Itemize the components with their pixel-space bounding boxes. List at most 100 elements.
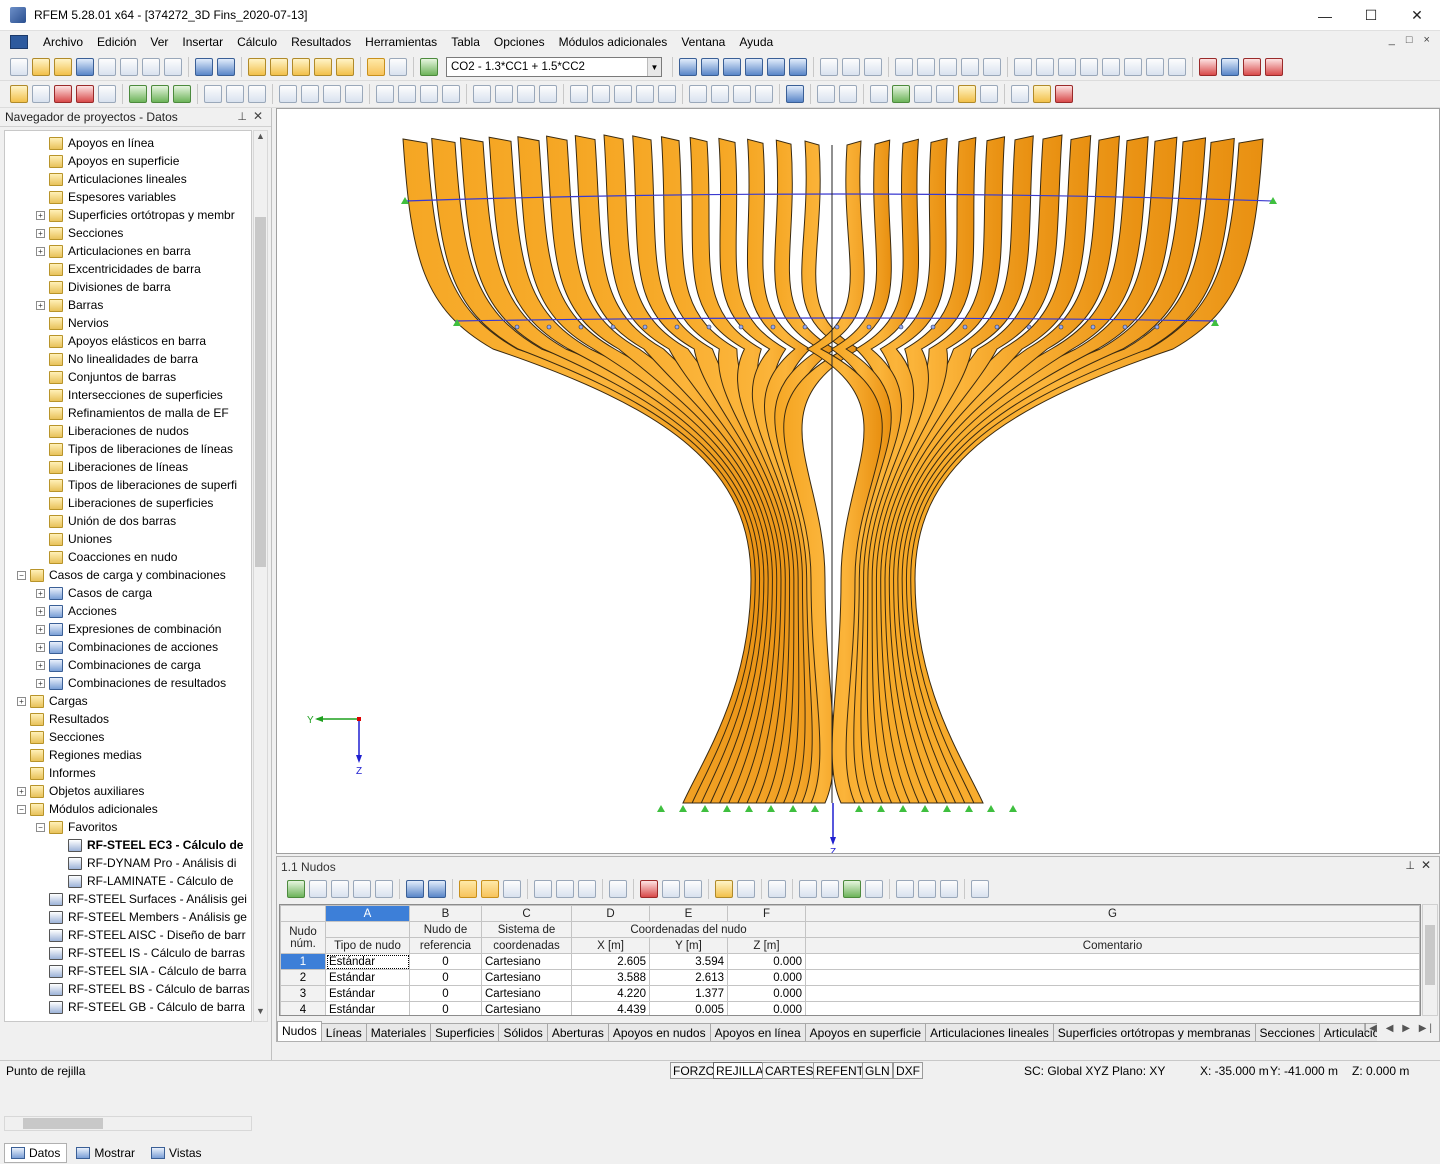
toolbar-button[interactable] [1014,58,1032,76]
toolbar-button[interactable] [1168,58,1186,76]
cell-comentario[interactable] [805,1001,1420,1015]
cell-n[interactable]: 1 [280,953,326,970]
navigator-item[interactable]: + Casos de carga [36,584,152,602]
toolbar-button[interactable] [314,58,332,76]
navigator-item[interactable]: Regiones medias [17,746,142,764]
navigator-item[interactable]: Conjuntos de barras [36,368,176,386]
toolbar-button[interactable] [54,58,72,76]
expand-icon[interactable]: + [17,696,26,706]
status-dxf-button[interactable]: DXF [893,1062,923,1079]
toolbar-button[interactable] [1102,58,1120,76]
cell-sis[interactable]: Cartesiano [481,1001,572,1015]
toolbar-button[interactable] [1055,85,1073,103]
node-point[interactable] [802,324,808,330]
scrollbar-thumb[interactable] [23,1118,103,1129]
navigator-item[interactable]: + Superficies ortótropas y membr [36,206,235,224]
load-combination-select[interactable]: CO2 - 1.3*CC1 + 1.5*CC2 ▼ [446,57,662,77]
toolbar-button[interactable] [896,880,914,898]
toolbar-button[interactable] [226,85,244,103]
column-c-header[interactable]: C [481,905,572,922]
toolbar-button[interactable] [895,58,913,76]
toolbar-button[interactable] [534,880,552,898]
navigator-item[interactable]: + Objetos auxiliares [17,782,144,800]
toolbar-button[interactable] [755,85,773,103]
toolbar-button[interactable] [539,85,557,103]
toolbar-button[interactable] [279,85,297,103]
toolbar-button[interactable] [151,85,169,103]
menu-edicion[interactable]: Edición [90,35,143,49]
fin-surfaces[interactable] [402,134,1264,804]
navigator-item[interactable]: RF-STEEL AISC - Diseño de barr [36,926,246,944]
dropdown-arrow-icon[interactable]: ▼ [647,58,661,76]
table-tab[interactable]: Secciones [1254,1023,1320,1041]
toolbar-button[interactable] [839,85,857,103]
expand-icon[interactable]: + [36,606,45,616]
minimize-button[interactable]: — [1302,0,1348,31]
navigator-item[interactable]: Divisiones de barra [36,278,171,296]
support-icon[interactable] [899,805,907,812]
table-tab[interactable]: Aberturas [546,1023,609,1041]
expand-icon[interactable]: + [36,300,45,310]
menu-ayuda[interactable]: Ayuda [732,35,780,49]
toolbar-button[interactable] [842,58,860,76]
menu-insertar[interactable]: Insertar [175,35,230,49]
toolbar-button[interactable] [983,58,1001,76]
table-tab[interactable]: Apoyos en línea [709,1023,806,1041]
toolbar-button[interactable] [1146,58,1164,76]
node-point[interactable] [962,324,968,330]
node-point[interactable] [546,324,552,330]
toolbar-button[interactable] [428,880,446,898]
table-row[interactable]: 4 Estándar 0 Cartesiano 4.439 0.005 0.000 [280,1001,1420,1015]
toolbar-button[interactable] [570,85,588,103]
status-cartes-button[interactable]: CARTES [762,1062,817,1079]
status-forzc-button[interactable]: FORZC [670,1062,718,1079]
toolbar-button[interactable] [820,58,838,76]
navigator-item[interactable]: + Secciones [36,224,123,242]
navigator-item[interactable]: − Casos de carga y combinaciones [17,566,226,584]
toolbar-button[interactable] [865,880,883,898]
toolbar-button[interactable] [578,880,596,898]
support-icon[interactable] [811,805,819,812]
node-point[interactable] [834,324,840,330]
toolbar-button[interactable] [715,880,733,898]
column-e-header[interactable]: E [649,905,728,922]
menu-calculo[interactable]: Cálculo [230,35,284,49]
cell-z[interactable]: 0.000 [727,969,806,986]
toolbar-button[interactable] [662,880,680,898]
toolbar-button[interactable] [701,58,719,76]
toolbar-button[interactable] [32,58,50,76]
toolbar-button[interactable] [914,85,932,103]
navigator-item[interactable]: + Combinaciones de resultados [36,674,226,692]
navigator-item[interactable]: Secciones [17,728,104,746]
toolbar-button[interactable] [195,58,213,76]
support-icon[interactable] [987,805,995,812]
toolbar-button[interactable] [1033,85,1051,103]
support-icon[interactable] [679,805,687,812]
toolbar-button[interactable] [217,58,235,76]
navigator-item[interactable]: Liberaciones de nudos [36,422,189,440]
tab-vistas[interactable]: Vistas [144,1143,208,1163]
navigator-item[interactable]: RF-STEEL Members - Análisis ge [36,908,247,926]
cell-z[interactable]: 0.000 [727,985,806,1002]
navigator-item[interactable]: Espesores variables [36,188,176,206]
cell-tipo[interactable]: Estándar [325,985,410,1002]
scrollbar-thumb[interactable] [1425,925,1435,985]
toolbar-button[interactable] [204,85,222,103]
navigator-item[interactable]: RF-LAMINATE - Cálculo de [55,872,233,890]
table-tab[interactable]: Líneas [320,1023,367,1041]
navigator-item[interactable]: + Expresiones de combinación [36,620,221,638]
toolbar-button[interactable] [173,85,191,103]
cell-y[interactable]: 0.005 [649,1001,728,1015]
toolbar-button[interactable] [142,58,160,76]
table-tab[interactable]: Articulaciones lineales [925,1023,1054,1041]
scroll-down-icon[interactable]: ▼ [254,1006,267,1021]
cell-tipo[interactable]: Estándar [325,969,410,986]
toolbar-button[interactable] [971,880,989,898]
navigator-item[interactable]: RF-STEEL BS - Cálculo de barras [36,980,250,998]
toolbar-button[interactable] [684,880,702,898]
navigator-item[interactable]: Liberaciones de superficies [36,494,213,512]
tab-mostrar[interactable]: Mostrar [69,1143,142,1163]
toolbar-button[interactable] [864,58,882,76]
node-point[interactable] [706,324,712,330]
navigator-item[interactable]: + Combinaciones de carga [36,656,201,674]
